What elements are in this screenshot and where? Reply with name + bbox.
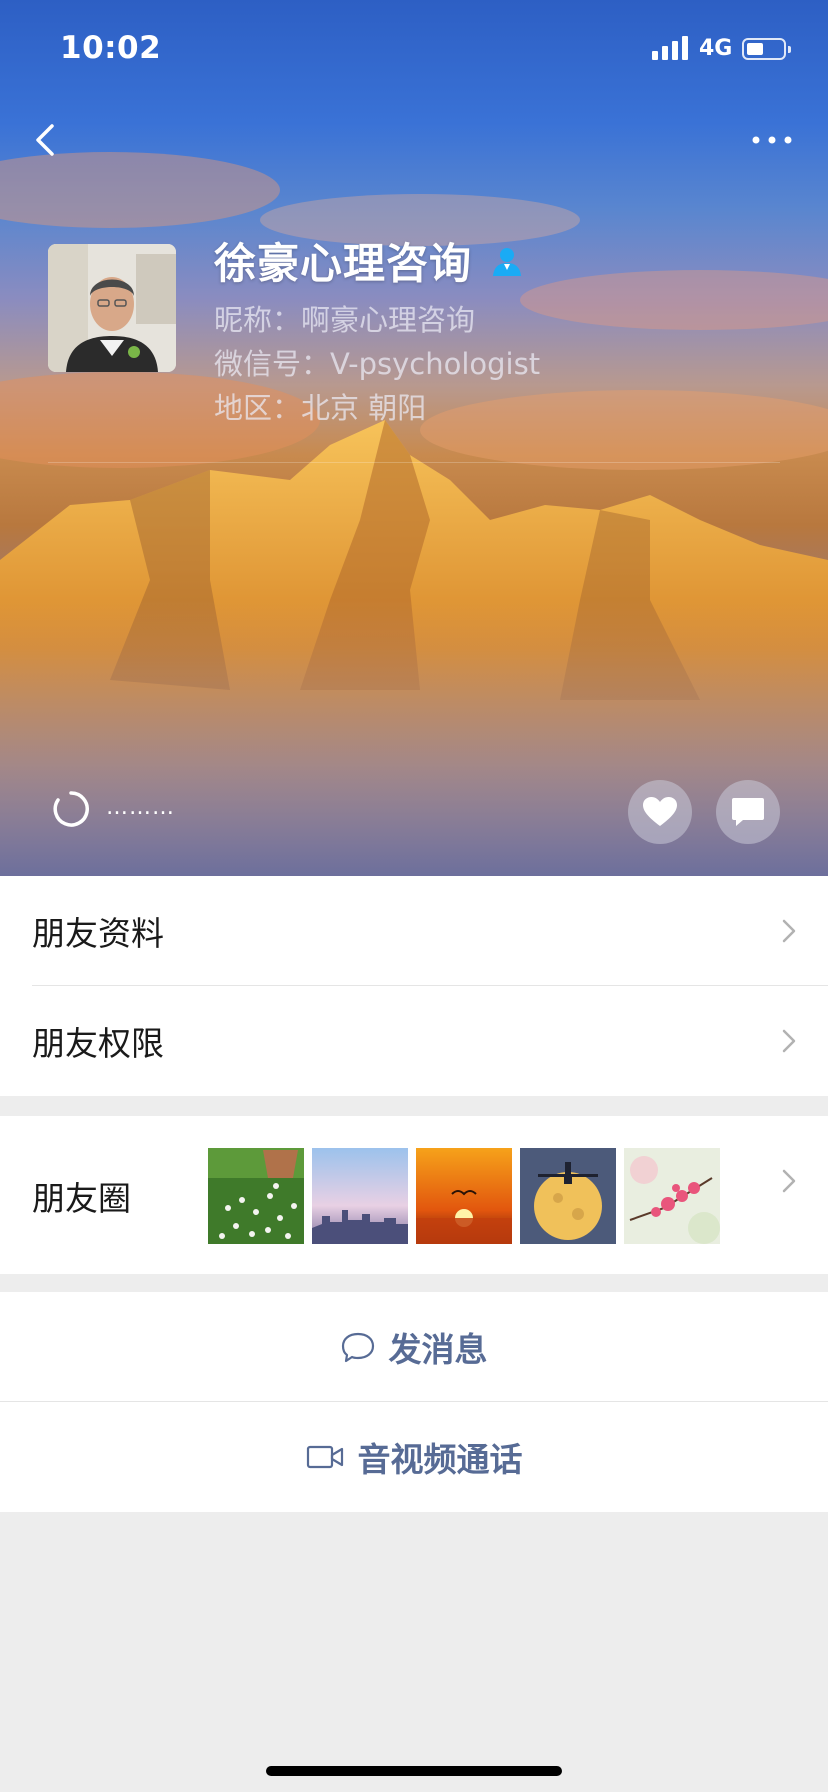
home-indicator[interactable] <box>266 1766 562 1776</box>
city-skyline-photo <box>312 1148 408 1244</box>
status-ring-icon <box>53 791 89 827</box>
friend-permissions-row[interactable]: 朋友权限 <box>0 986 828 1096</box>
status-bar: 10:02 4G <box>0 0 828 100</box>
moments-thumbnail[interactable] <box>520 1148 616 1244</box>
moments-label: 朋友圈 <box>32 1179 131 1218</box>
signal-icon <box>652 36 688 60</box>
like-button[interactable] <box>628 780 692 844</box>
avatar[interactable] <box>48 244 176 372</box>
message-bubble-icon <box>341 1332 374 1363</box>
friend-info-label: 朋友资料 <box>32 914 164 953</box>
moments-thumbnail[interactable] <box>416 1148 512 1244</box>
send-message-label: 发消息 <box>388 1330 488 1369</box>
chevron-right-icon <box>782 919 796 943</box>
battery-icon <box>742 38 791 60</box>
profile-nickname: 昵称：啊豪心理咨询 <box>214 303 476 337</box>
profile-region: 地区：北京 朝阳 <box>214 391 427 425</box>
friend-settings-section: 朋友资料 朋友权限 <box>0 876 828 1096</box>
network-type: 4G <box>699 36 733 61</box>
chat-bubble-icon <box>732 798 764 826</box>
contact-actions-section: 发消息 音视频通话 <box>0 1292 828 1512</box>
chevron-right-icon <box>782 1029 796 1053</box>
video-call-button[interactable]: 音视频通话 <box>0 1402 828 1512</box>
video-call-label: 音视频通话 <box>357 1440 523 1479</box>
friend-permissions-label: 朋友权限 <box>32 1024 164 1063</box>
avatar-photo <box>48 244 176 372</box>
comment-button[interactable] <box>716 780 780 844</box>
moments-thumbnails <box>208 1148 720 1244</box>
moments-thumbnail[interactable] <box>208 1148 304 1244</box>
friend-info-row[interactable]: 朋友资料 <box>0 876 828 986</box>
profile-name-row: 徐豪心理咨询 <box>214 230 524 291</box>
heart-icon <box>643 797 677 826</box>
moon-plane-photo <box>520 1148 616 1244</box>
sunset-photo <box>416 1148 512 1244</box>
profile-name: 徐豪心理咨询 <box>214 239 473 288</box>
status-text: ……… <box>106 794 175 820</box>
back-arrow-icon[interactable] <box>28 118 68 162</box>
flowers-photo <box>208 1148 304 1244</box>
moments-thumbnail[interactable] <box>312 1148 408 1244</box>
chevron-right-icon <box>782 1169 796 1193</box>
more-icon[interactable] <box>748 118 796 162</box>
cover-background-image <box>0 152 828 876</box>
blossom-photo <box>624 1148 720 1244</box>
cover-divider <box>48 462 780 463</box>
video-camera-icon <box>306 1445 343 1469</box>
profile-wechat-id[interactable]: 微信号：V-psychologist <box>214 341 540 383</box>
moments-thumbnail[interactable] <box>624 1148 720 1244</box>
verified-badge-icon <box>493 247 522 276</box>
status-time: 10:02 <box>60 30 162 66</box>
profile-cover: 10:02 4G 徐豪心理咨询 昵称：啊豪心理咨询 微信号：V-psycholo… <box>0 0 828 876</box>
send-message-button[interactable]: 发消息 <box>0 1292 828 1402</box>
user-status[interactable]: ……… <box>52 790 175 828</box>
